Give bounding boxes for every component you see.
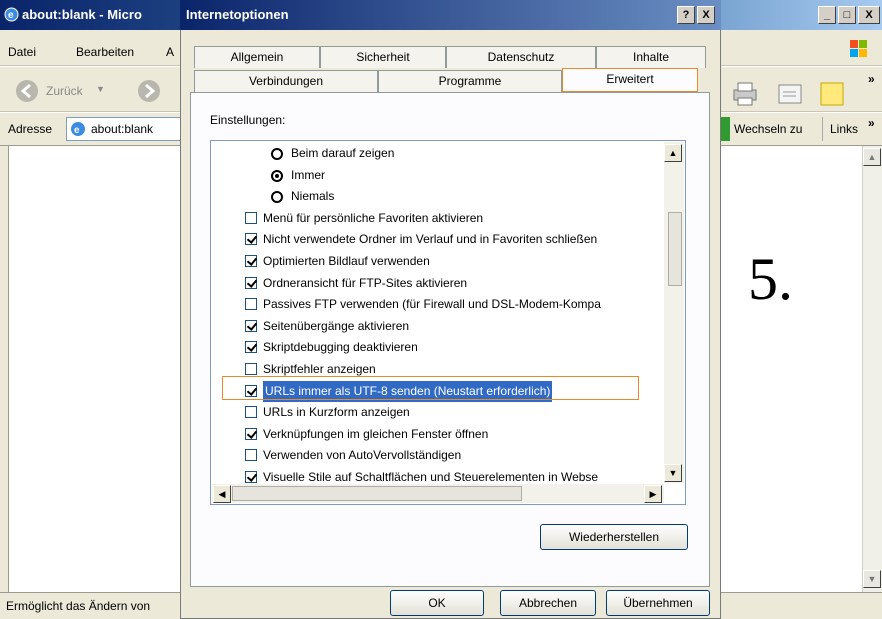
checkbox[interactable] [245, 363, 257, 375]
vscroll-thumb[interactable] [668, 212, 682, 286]
step-annotation: 5. [748, 246, 793, 312]
list-item[interactable]: Immer [211, 165, 671, 187]
windows-logo-icon [846, 36, 872, 62]
list-item-label: Niemals [291, 189, 335, 204]
back-arrow-icon[interactable] [14, 78, 40, 104]
radio-button[interactable] [271, 191, 283, 204]
list-item-label: Beim darauf zeigen [291, 146, 395, 160]
restore-button[interactable]: Wiederherstellen [540, 524, 688, 550]
list-item-label: Optimierten Bildlauf verwenden [263, 254, 430, 268]
notes-icon[interactable] [818, 80, 848, 108]
list-item-label: Skriptdebugging deaktivieren [263, 340, 418, 355]
settings-label: Einstellungen: [210, 113, 286, 127]
page-icon: e [70, 121, 86, 137]
tab-inhalte[interactable]: Inhalte [596, 46, 706, 68]
list-item-label: Verknüpfungen im gleichen Fenster öffnen [263, 426, 489, 441]
list-item-label: Verwenden von AutoVervollständigen [263, 448, 462, 463]
ie-window-title: about:blank - Micro [22, 7, 142, 22]
addressbar-divider [822, 117, 823, 141]
back-label[interactable]: Zurück [46, 84, 83, 98]
list-item[interactable]: Beim darauf zeigen [211, 143, 671, 165]
address-value: about:blank [91, 122, 154, 136]
list-item[interactable]: Optimierten Bildlauf verwenden [211, 251, 671, 273]
address-input[interactable]: e about:blank [66, 117, 186, 141]
tab-programme[interactable]: Programme [378, 70, 562, 92]
ie-logo-icon: e [4, 7, 19, 22]
links-chevron-icon[interactable]: » [868, 116, 875, 130]
list-item[interactable]: Skriptdebugging deaktivieren [211, 337, 671, 359]
list-item[interactable]: URLs in Kurzform anzeigen [211, 402, 671, 424]
list-item[interactable]: Ordneransicht für FTP-Sites aktivieren [211, 273, 671, 295]
apply-button[interactable]: Übernehmen [606, 590, 710, 616]
checkbox[interactable] [245, 233, 257, 246]
scroll-right-icon[interactable]: ▶ [644, 485, 662, 503]
list-item-label: Passives FTP verwenden (für Firewall und… [263, 297, 601, 312]
minimize-icon[interactable]: _ [818, 6, 836, 24]
scroll-left-icon[interactable]: ◀ [213, 485, 231, 503]
menu-datei[interactable]: Datei [8, 45, 36, 59]
list-item-label: Menü für persönliche Favoriten aktiviere… [263, 210, 484, 225]
list-item[interactable]: Passives FTP verwenden (für Firewall und… [211, 294, 671, 316]
page-scroll-down-icon[interactable]: ▼ [863, 570, 881, 588]
list-item[interactable]: Nicht verwendete Ordner im Verlauf und i… [211, 229, 671, 251]
page-scrollbar[interactable]: ▲ ▼ [862, 146, 882, 592]
radio-button[interactable] [271, 148, 283, 160]
checkbox[interactable] [245, 341, 257, 354]
checkbox[interactable] [245, 211, 257, 224]
tab-sicherheit[interactable]: Sicherheit [320, 46, 446, 68]
tab-erweitert[interactable]: Erweitert [562, 68, 698, 92]
checkbox[interactable] [245, 406, 257, 419]
svg-text:e: e [74, 125, 80, 136]
go-button[interactable]: Wechseln zu [734, 122, 802, 136]
radio-button[interactable] [271, 169, 283, 182]
checkbox[interactable] [245, 255, 257, 267]
checkbox[interactable] [245, 449, 257, 462]
tab-allgemein[interactable]: Allgemein [194, 46, 320, 68]
links-button[interactable]: Links [830, 122, 858, 136]
ok-button[interactable]: OK [390, 590, 484, 616]
edit-icon[interactable] [776, 80, 806, 108]
print-icon[interactable] [730, 80, 760, 108]
checkbox[interactable] [245, 276, 257, 289]
list-item[interactable]: Menü für persönliche Favoriten aktiviere… [211, 208, 671, 230]
ie-left-edge [0, 146, 9, 592]
scroll-up-icon[interactable]: ▲ [664, 144, 682, 162]
dialog-close-icon[interactable]: X [697, 6, 715, 24]
page-scroll-up-icon[interactable]: ▲ [863, 148, 881, 166]
toolbar-chevron-icon[interactable]: » [868, 72, 875, 86]
list-item[interactable]: Niemals [211, 186, 671, 208]
help-icon[interactable]: ? [677, 6, 695, 24]
list-item[interactable]: Seitenübergänge aktivieren [211, 316, 671, 338]
forward-arrow-icon[interactable] [136, 78, 162, 104]
menu-ansicht[interactable]: A [166, 45, 174, 59]
selection-highlight-frame [222, 376, 639, 400]
checkbox[interactable] [245, 427, 257, 440]
list-item-label: Nicht verwendete Ordner im Verlauf und i… [263, 232, 598, 247]
settings-list[interactable]: Beim darauf zeigen Immer Niemals Menü für p… [210, 140, 686, 505]
back-dropdown-icon[interactable]: ▼ [96, 84, 105, 94]
svg-text:e: e [8, 10, 14, 21]
maximize-icon[interactable]: □ [838, 6, 856, 24]
dialog-title: Internetoptionen [186, 7, 289, 22]
list-item-label: URLs in Kurzform anzeigen [263, 405, 410, 420]
list-item[interactable]: Verknüpfungen im gleichen Fenster öffnen [211, 424, 671, 446]
list-item-label: Immer [291, 167, 325, 182]
address-label: Adresse [8, 122, 53, 136]
tab-datenschutz[interactable]: Datenschutz [446, 46, 596, 68]
list-item-label: Ordneransicht für FTP-Sites aktivieren [263, 275, 468, 290]
hscroll-thumb[interactable] [232, 486, 522, 501]
tab-verbindungen[interactable]: Verbindungen [194, 70, 378, 92]
status-text: Ermöglicht das Ändern von [6, 599, 151, 613]
list-item[interactable]: Verwenden von AutoVervollständigen [211, 445, 671, 467]
menu-bearbeiten[interactable]: Bearbeiten [76, 45, 134, 59]
cancel-button[interactable]: Abbrechen [500, 590, 596, 616]
checkbox[interactable] [245, 319, 257, 332]
checkbox[interactable] [245, 471, 257, 483]
checkbox[interactable] [245, 298, 257, 311]
settings-vscrollbar[interactable] [664, 142, 684, 483]
scroll-down-icon[interactable]: ▼ [664, 464, 682, 482]
close-icon[interactable]: X [858, 6, 880, 24]
list-item-label: Seitenübergänge aktivieren [263, 318, 410, 333]
